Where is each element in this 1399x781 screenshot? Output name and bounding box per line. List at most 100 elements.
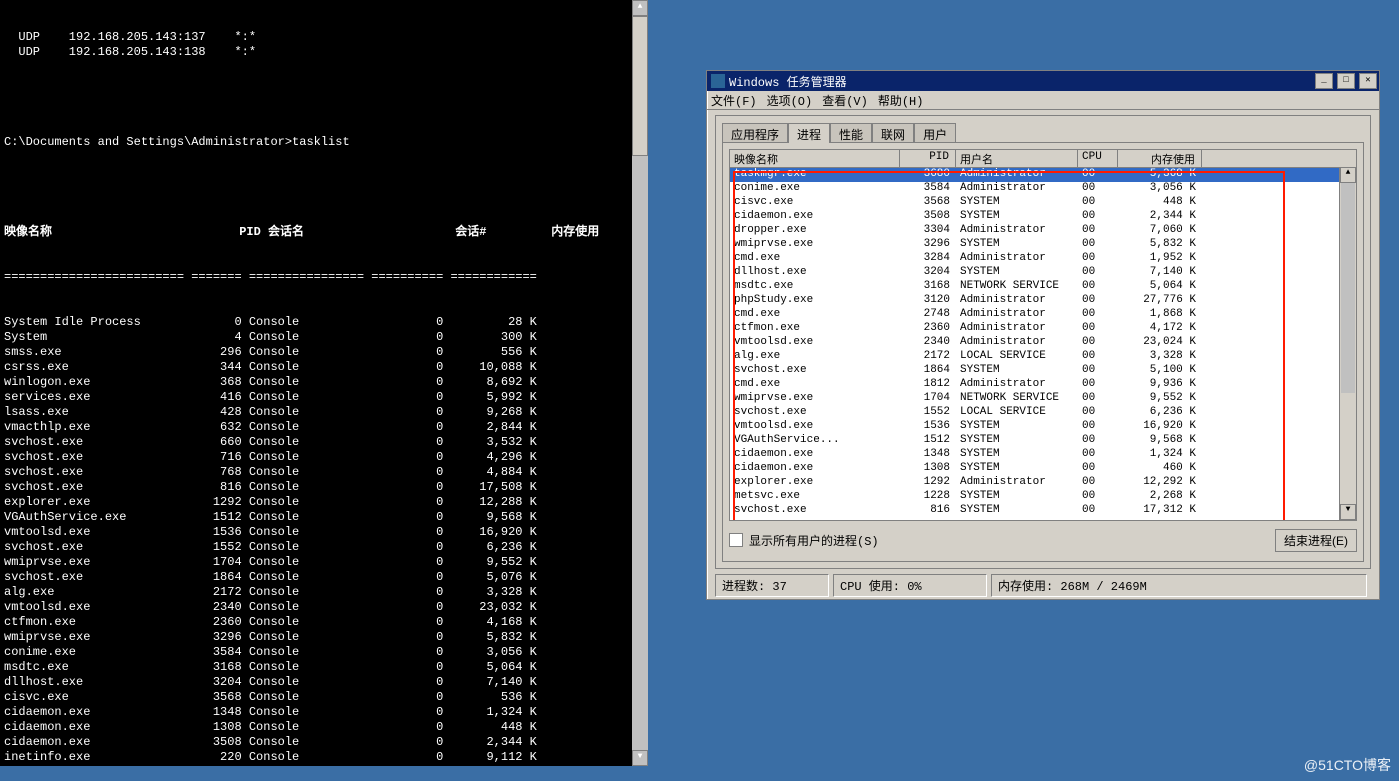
process-row[interactable]: taskmgr.exe 3680 Administrator 00 5,368 … xyxy=(730,168,1356,182)
process-row[interactable]: vmtoolsd.exe 2340 Administrator 00 23,02… xyxy=(730,336,1356,350)
tasklist-row: cidaemon.exe 1308 Console 0 448 K xyxy=(0,720,648,735)
scroll-down-button[interactable]: ▼ xyxy=(1340,504,1356,520)
process-row[interactable]: msdtc.exe 3168 NETWORK SERVICE 00 5,064 … xyxy=(730,280,1356,294)
panel-footer: 显示所有用户的进程(S) 结束进程(E) xyxy=(729,529,1357,551)
watermark: @51CTO博客 xyxy=(1304,755,1391,775)
scroll-up-button[interactable]: ▲ xyxy=(632,0,648,16)
window-title: Windows 任务管理器 xyxy=(729,73,847,90)
tasklist-row: cidaemon.exe 1348 Console 0 1,324 K xyxy=(0,705,648,720)
process-row[interactable]: cidaemon.exe 1348 SYSTEM 00 1,324 K xyxy=(730,448,1356,462)
window-body: 应用程序进程性能联网用户 映像名称 PID 用户名 CPU 内存使用 taskm… xyxy=(715,115,1371,569)
tasklist-row: alg.exe 2172 Console 0 3,328 K xyxy=(0,585,648,600)
process-row[interactable]: svchost.exe 816 SYSTEM 00 17,312 K xyxy=(730,504,1356,518)
menubar[interactable]: 文件(F) 选项(O) 查看(V) 帮助(H) xyxy=(707,91,1379,110)
process-row[interactable]: svchost.exe 1552 LOCAL SERVICE 00 6,236 … xyxy=(730,406,1356,420)
col-cpu[interactable]: CPU xyxy=(1078,150,1118,167)
status-cpu: CPU 使用: 0% xyxy=(833,574,987,597)
process-row[interactable]: alg.exe 2172 LOCAL SERVICE 00 3,328 K xyxy=(730,350,1356,364)
tab-panel-processes: 映像名称 PID 用户名 CPU 内存使用 taskmgr.exe 3680 A… xyxy=(722,142,1364,562)
tasklist-row: svchost.exe 768 Console 0 4,884 K xyxy=(0,465,648,480)
tasklist-row: msdtc.exe 3168 Console 0 5,064 K xyxy=(0,660,648,675)
show-all-users-checkbox[interactable] xyxy=(729,533,743,547)
tasklist-row: winlogon.exe 368 Console 0 8,692 K xyxy=(0,375,648,390)
scroll-thumb[interactable] xyxy=(632,16,648,156)
menu-item[interactable]: 文件(F) xyxy=(711,92,757,109)
process-row[interactable]: VGAuthService... 1512 SYSTEM 00 9,568 K xyxy=(730,434,1356,448)
app-icon xyxy=(711,74,725,88)
process-row[interactable]: cisvc.exe 3568 SYSTEM 00 448 K xyxy=(730,196,1356,210)
tasklist-row: inetinfo.exe 220 Console 0 9,112 K xyxy=(0,750,648,765)
scroll-up-button[interactable]: ▲ xyxy=(1340,167,1356,183)
titlebar[interactable]: Windows 任务管理器 _ □ ✕ xyxy=(707,71,1379,91)
scroll-thumb[interactable] xyxy=(1341,183,1355,393)
tasklist-row: vmtoolsd.exe 1536 Console 0 16,920 K xyxy=(0,525,648,540)
tasklist-row: cisvc.exe 3568 Console 0 536 K xyxy=(0,690,648,705)
end-process-button[interactable]: 结束进程(E) xyxy=(1275,529,1357,552)
close-button[interactable]: ✕ xyxy=(1359,73,1377,89)
menu-item[interactable]: 查看(V) xyxy=(822,92,868,109)
process-listview[interactable]: 映像名称 PID 用户名 CPU 内存使用 taskmgr.exe 3680 A… xyxy=(729,149,1357,521)
tasklist-header: 映像名称 PID 会话名 会话# 内存使用 xyxy=(0,225,648,240)
process-row[interactable]: metsvc.exe 1228 SYSTEM 00 2,268 K xyxy=(730,490,1356,504)
tasklist-row: csrss.exe 344 Console 0 10,088 K xyxy=(0,360,648,375)
task-manager-window[interactable]: Windows 任务管理器 _ □ ✕ 文件(F) 选项(O) 查看(V) 帮助(H)… xyxy=(706,70,1380,600)
show-all-users-label: 显示所有用户的进程(S) xyxy=(749,532,879,549)
tasklist-row: System 4 Console 0 300 K xyxy=(0,330,648,345)
menu-item[interactable]: 选项(O) xyxy=(767,92,813,109)
tasklist-row: services.exe 416 Console 0 5,992 K xyxy=(0,390,648,405)
process-row[interactable]: cidaemon.exe 3508 SYSTEM 00 2,344 K xyxy=(730,210,1356,224)
tab[interactable]: 性能 xyxy=(830,123,872,143)
tasklist-row: conime.exe 3584 Console 0 3,056 K xyxy=(0,645,648,660)
col-pid[interactable]: PID xyxy=(900,150,956,167)
listview-rows[interactable]: taskmgr.exe 3680 Administrator 00 5,368 … xyxy=(730,168,1356,518)
tasklist-row: lsass.exe 428 Console 0 9,268 K xyxy=(0,405,648,420)
process-row[interactable]: explorer.exe 1292 Administrator 00 12,29… xyxy=(730,476,1356,490)
process-row[interactable]: cmd.exe 2748 Administrator 00 1,868 K xyxy=(730,308,1356,322)
tasklist-row: wmiprvse.exe 3296 Console 0 5,832 K xyxy=(0,630,648,645)
cmd-window[interactable]: UDP 192.168.205.143:137 *:* UDP 192.168.… xyxy=(0,0,648,766)
listview-scrollbar[interactable]: ▲ ▼ xyxy=(1339,167,1356,520)
maximize-button[interactable]: □ xyxy=(1337,73,1355,89)
process-row[interactable]: cidaemon.exe 1308 SYSTEM 00 460 K xyxy=(730,462,1356,476)
tab[interactable]: 应用程序 xyxy=(722,123,788,143)
process-row[interactable]: ctfmon.exe 2360 Administrator 00 4,172 K xyxy=(730,322,1356,336)
col-user[interactable]: 用户名 xyxy=(956,150,1078,167)
tab[interactable]: 进程 xyxy=(788,123,830,143)
col-image-name[interactable]: 映像名称 xyxy=(730,150,900,167)
process-row[interactable]: vmtoolsd.exe 1536 SYSTEM 00 16,920 K xyxy=(730,420,1356,434)
tab[interactable]: 联网 xyxy=(872,123,914,143)
process-row[interactable]: wmiprvse.exe 1704 NETWORK SERVICE 00 9,5… xyxy=(730,392,1356,406)
process-row[interactable]: cmd.exe 1812 Administrator 00 9,936 K xyxy=(730,378,1356,392)
tasklist-rows: System Idle Process 0 Console 0 28 KSyst… xyxy=(0,315,648,766)
col-mem[interactable]: 内存使用 xyxy=(1118,150,1202,167)
cmd-scrollbar[interactable]: ▲ ▼ xyxy=(632,0,648,766)
process-row[interactable]: phpStudy.exe 3120 Administrator 00 27,77… xyxy=(730,294,1356,308)
process-row[interactable]: cmd.exe 3284 Administrator 00 1,952 K xyxy=(730,252,1356,266)
listview-header[interactable]: 映像名称 PID 用户名 CPU 内存使用 xyxy=(730,150,1356,168)
status-processes: 进程数: 37 xyxy=(715,574,829,597)
prompt-line: C:\Documents and Settings\Administrator>… xyxy=(0,135,648,150)
tasklist-row: vmacthlp.exe 632 Console 0 2,844 K xyxy=(0,420,648,435)
menu-item[interactable]: 帮助(H) xyxy=(878,92,924,109)
process-row[interactable]: svchost.exe 1864 SYSTEM 00 5,100 K xyxy=(730,364,1356,378)
tasklist-row: svchost.exe 1552 Console 0 6,236 K xyxy=(0,540,648,555)
process-row[interactable]: wmiprvse.exe 3296 SYSTEM 00 5,832 K xyxy=(730,238,1356,252)
tab-strip[interactable]: 应用程序进程性能联网用户 xyxy=(722,122,1364,142)
tasklist-row: svchost.exe 816 Console 0 17,508 K xyxy=(0,480,648,495)
tasklist-row: explorer.exe 1292 Console 0 12,288 K xyxy=(0,495,648,510)
scroll-down-button[interactable]: ▼ xyxy=(632,750,648,766)
tasklist-row: VGAuthService.exe 1512 Console 0 9,568 K xyxy=(0,510,648,525)
tab[interactable]: 用户 xyxy=(914,123,956,143)
blank-line xyxy=(0,90,648,105)
process-row[interactable]: conime.exe 3584 Administrator 00 3,056 K xyxy=(730,182,1356,196)
tasklist-row: System Idle Process 0 Console 0 28 K xyxy=(0,315,648,330)
tasklist-row: dllhost.exe 3204 Console 0 7,140 K xyxy=(0,675,648,690)
tasklist-row: svchost.exe 660 Console 0 3,532 K xyxy=(0,435,648,450)
tasklist-row: ctfmon.exe 2360 Console 0 4,168 K xyxy=(0,615,648,630)
tasklist-row: svchost.exe 716 Console 0 4,296 K xyxy=(0,450,648,465)
tasklist-row: cmd.exe 2748 Console 0 1,868 K xyxy=(0,765,648,766)
tasklist-row: cidaemon.exe 3508 Console 0 2,344 K xyxy=(0,735,648,750)
minimize-button[interactable]: _ xyxy=(1315,73,1333,89)
process-row[interactable]: dropper.exe 3304 Administrator 00 7,060 … xyxy=(730,224,1356,238)
process-row[interactable]: dllhost.exe 3204 SYSTEM 00 7,140 K xyxy=(730,266,1356,280)
